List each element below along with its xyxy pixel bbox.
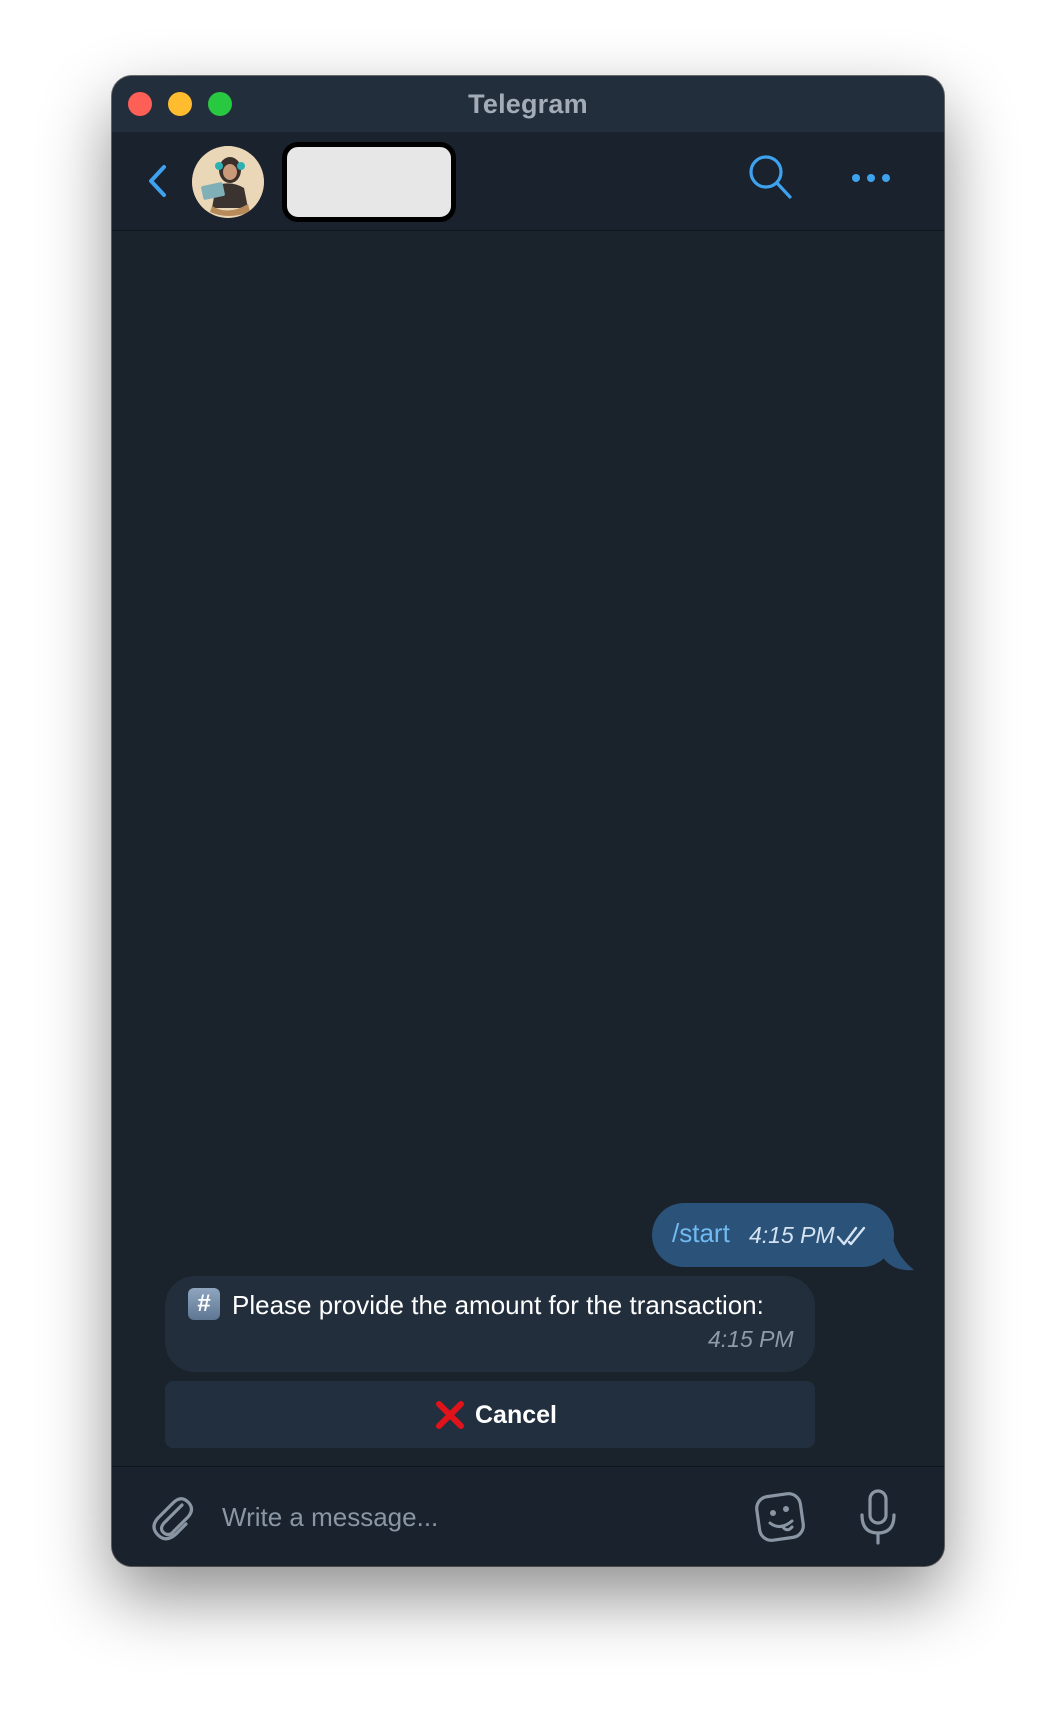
message-composer — [112, 1466, 944, 1566]
sticker-icon — [755, 1492, 805, 1542]
avatar-illustration — [192, 146, 264, 218]
attach-button[interactable] — [148, 1491, 196, 1545]
cancel-inline-button[interactable]: Cancel — [165, 1381, 815, 1448]
message-input[interactable] — [220, 1489, 724, 1545]
microphone-icon — [860, 1489, 896, 1545]
more-dots-icon — [852, 174, 890, 182]
search-icon — [749, 155, 792, 199]
search-button[interactable] — [746, 152, 794, 202]
back-button[interactable] — [146, 162, 170, 200]
telegram-window: Telegram /start 4:15 PM # Please provide… — [112, 76, 944, 1566]
cancel-button-label: Cancel — [475, 1401, 557, 1429]
bubble-tail — [882, 1232, 914, 1271]
hash-emoji-icon: # — [188, 1288, 220, 1320]
incoming-message-time: 4:15 PM — [708, 1326, 794, 1352]
outgoing-message-time: 4:15 PM — [749, 1222, 835, 1248]
contact-avatar[interactable] — [192, 146, 264, 218]
chevron-left-icon — [149, 165, 166, 197]
outgoing-message-text[interactable]: /start — [672, 1218, 730, 1249]
incoming-message-text[interactable]: Please provide the amount for the transa… — [232, 1290, 764, 1321]
contact-name-redacted[interactable] — [282, 142, 456, 222]
voice-message-button[interactable] — [858, 1487, 898, 1547]
red-x-icon — [436, 1401, 464, 1429]
chat-header — [112, 132, 944, 231]
window-title: Telegram — [468, 89, 588, 119]
double-check-icon — [836, 1226, 866, 1246]
paperclip-icon — [152, 1497, 194, 1541]
title-bar: Telegram — [112, 76, 944, 132]
more-options-button[interactable] — [850, 158, 894, 198]
sticker-button[interactable] — [754, 1489, 808, 1545]
